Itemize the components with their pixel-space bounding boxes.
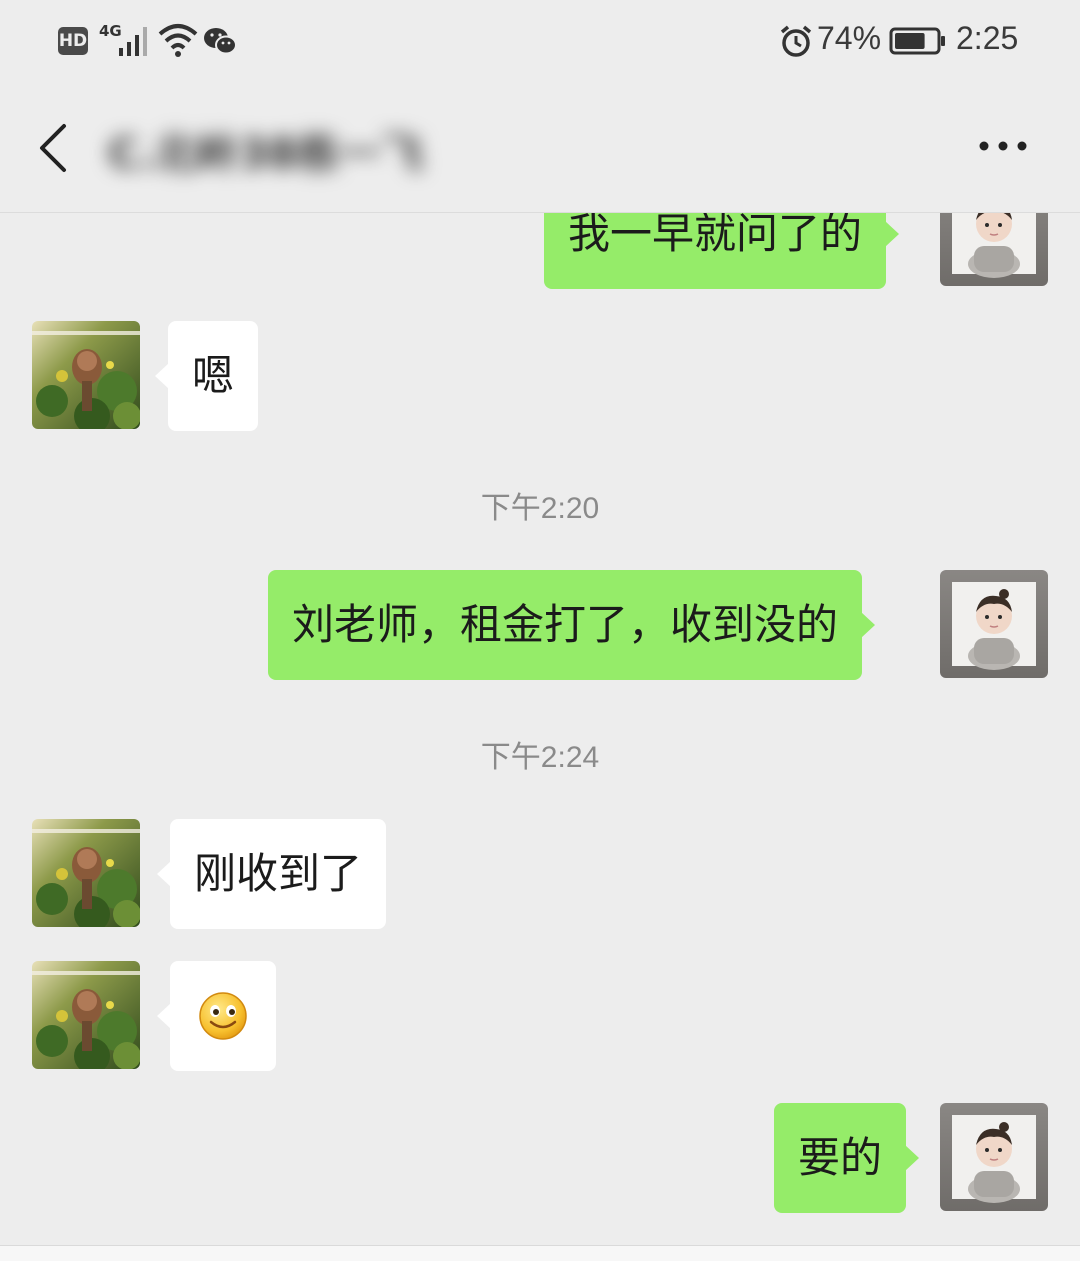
battery-percent: 74% — [817, 20, 882, 56]
message-list: 我一早就问了的 嗯 下午2:20 刘老师，租金打了，收到没的 下午2:24 刚收… — [0, 213, 1080, 1245]
contact-avatar[interactable] — [32, 819, 140, 927]
message-timestamp: 下午2:24 — [480, 741, 600, 774]
my-avatar[interactable] — [940, 1103, 1048, 1211]
my-avatar[interactable] — [940, 213, 1048, 286]
contact-avatar[interactable] — [32, 961, 140, 1069]
my-avatar[interactable] — [940, 570, 1048, 678]
message-timestamp: 下午2:20 — [480, 492, 600, 525]
signal-icon — [119, 27, 147, 56]
status-time: 2:25 — [956, 20, 1019, 56]
incoming-message-bubble[interactable]: 嗯 — [154, 321, 259, 431]
battery-icon — [889, 27, 945, 55]
status-bar: HD 4G 74% 2:25 — [0, 0, 1080, 84]
chat-title: C.北岭38栋一飞 — [108, 129, 424, 178]
chat-header: C.北岭38栋一飞 — [0, 84, 1080, 213]
alarm-icon — [780, 25, 812, 57]
outgoing-message-bubble[interactable]: 刘老师，租金打了，收到没的 — [268, 570, 876, 680]
contact-avatar[interactable] — [32, 321, 140, 429]
wechat-icon — [204, 28, 237, 55]
input-bar-edge — [0, 1245, 1080, 1261]
outgoing-message-bubble[interactable]: 要的 — [774, 1103, 920, 1213]
incoming-message-bubble[interactable]: 刚收到了 — [156, 819, 387, 929]
more-dots-icon[interactable] — [970, 128, 1036, 164]
smile-emoji-icon — [199, 992, 247, 1040]
outgoing-message-bubble[interactable]: 我一早就问了的 — [544, 213, 900, 289]
wifi-icon — [158, 24, 198, 57]
back-chevron-icon[interactable] — [30, 120, 78, 176]
incoming-emoji-bubble[interactable] — [157, 961, 276, 1071]
hd-badge: HD — [58, 27, 88, 55]
